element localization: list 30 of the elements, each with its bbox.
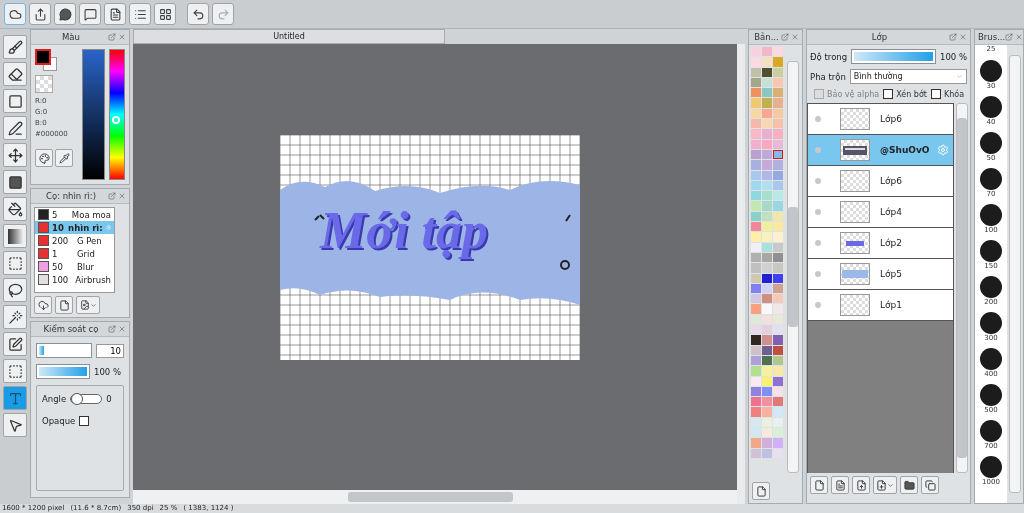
layer-row[interactable]: Lớp5 xyxy=(808,259,953,290)
panel-title: Màu xyxy=(61,32,81,42)
panel-title: Kiểm soát cọ xyxy=(42,324,100,334)
brush-row[interactable]: 5 Moa moa xyxy=(35,208,114,221)
layer-option-label: Bảo vệ alpha xyxy=(827,89,880,99)
panel-title: Lớp xyxy=(870,32,889,42)
layer-option-label: Khóa xyxy=(943,89,965,99)
brush-row[interactable]: 10 nhìn rì: xyxy=(35,221,114,234)
opaque-label: Opaque xyxy=(42,416,76,426)
brush-size-field[interactable]: 10 xyxy=(96,343,124,358)
panel-title: Bản... xyxy=(753,32,780,42)
layer-row[interactable]: Lớp2 xyxy=(808,228,953,259)
layer-row[interactable]: Lớp1 xyxy=(808,290,953,321)
blend-mode-dropdown[interactable]: Bình thường xyxy=(849,69,967,84)
layer-row[interactable]: Lớp6 xyxy=(808,166,953,197)
layer-option-label: Xén bớt xyxy=(896,89,927,99)
opacity-value: 100 % xyxy=(940,51,967,62)
panel-title: Brus... xyxy=(978,32,1006,42)
layer-row[interactable]: @ShuOvO xyxy=(808,135,953,166)
angle-label: Angle xyxy=(42,394,67,404)
layer-row[interactable]: Lớp6 xyxy=(808,104,953,135)
opacity-value: 100 % xyxy=(94,366,121,377)
brush-row[interactable]: 100 Airbrush xyxy=(35,273,114,286)
document-tab[interactable]: Untitled xyxy=(133,29,445,44)
canvas-lettering: Mới tập xyxy=(320,200,489,260)
opacity-label: Độ trong xyxy=(810,51,848,62)
panel-title: Cọ: nhìn rì:) xyxy=(45,191,97,201)
layer-row[interactable]: Lớp4 xyxy=(808,197,953,228)
angle-value: 0 xyxy=(106,394,112,404)
blend-mode-label: Pha trộn xyxy=(810,71,846,82)
